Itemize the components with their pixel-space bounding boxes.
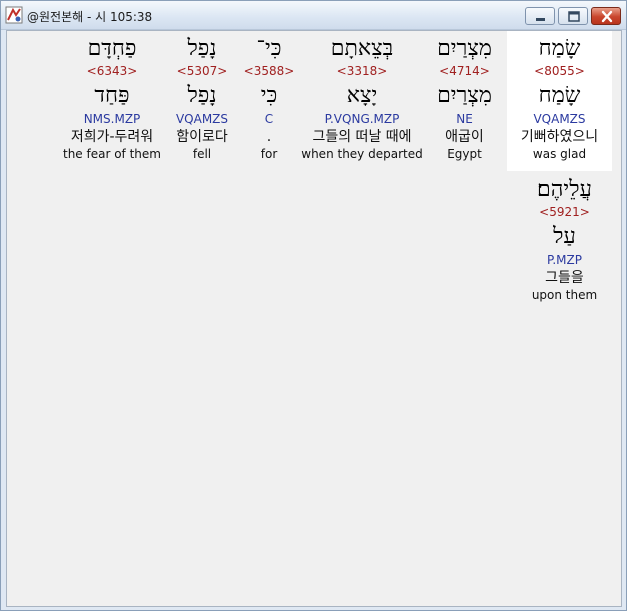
- morphology-code[interactable]: NE: [412, 110, 517, 128]
- hebrew-word: פַחְדָּם: [87, 36, 137, 61]
- lemma: עַל: [553, 224, 576, 249]
- strong-number-link[interactable]: <6343>: [62, 62, 162, 80]
- korean-gloss: 애굽이: [445, 129, 484, 145]
- english-gloss: Egypt: [447, 147, 482, 161]
- word-column-selected[interactable]: שָׂמַח <8055> שָׂמַח VQAMZS 기뻐하였으니 was g…: [507, 31, 612, 171]
- maximize-button[interactable]: [558, 7, 588, 25]
- hebrew-word: כִּי־: [256, 36, 282, 61]
- korean-gloss: 함이로다: [176, 129, 228, 145]
- morphology-code[interactable]: VQAMZS: [507, 110, 612, 128]
- strong-number-link[interactable]: <5307>: [167, 62, 237, 80]
- korean-gloss: 기뻐하였으니: [520, 129, 599, 145]
- title-bar[interactable]: @원전본해 - 시 105:38: [1, 1, 626, 30]
- interlinear-view[interactable]: שָׂמַח <8055> שָׂמַח VQAMZS 기뻐하였으니 was g…: [6, 30, 622, 607]
- app-window: @원전본해 - 시 105:38 שָׂמַח <8055> שָׂמַח VQ…: [0, 0, 627, 611]
- korean-gloss: 그들의 떠날 때에: [312, 129, 412, 145]
- hebrew-word: שָׂמַח: [538, 36, 581, 61]
- lemma: פַּחַד: [94, 83, 130, 108]
- english-gloss: when they departed: [301, 147, 423, 161]
- strong-number-link[interactable]: <4714>: [412, 62, 517, 80]
- word-column[interactable]: כִּי־ <3588> כִּי C . for: [239, 31, 299, 162]
- word-column[interactable]: פַחְדָּם <6343> פַּחַד NMS.MZP 저희가-두려워 t…: [62, 31, 162, 162]
- hebrew-word: עֲלֵיהֶם׃: [537, 177, 592, 202]
- close-button[interactable]: [591, 7, 621, 25]
- hebrew-word: בְּצֵאתָם: [330, 36, 394, 61]
- english-gloss: for: [260, 147, 278, 161]
- lemma: כִּי: [260, 83, 278, 108]
- word-column[interactable]: מִצְרַיִם <4714> מִצְרַיִם NE 애굽이 Egypt: [412, 31, 517, 162]
- english-gloss: was glad: [532, 147, 587, 161]
- window-title: @원전본해 - 시 105:38: [27, 10, 153, 24]
- hebrew-word: מִצְרַיִם: [437, 36, 492, 61]
- morphology-code[interactable]: P.MZP: [512, 251, 617, 269]
- strong-number-link[interactable]: <3318>: [297, 62, 427, 80]
- korean-gloss: 그들을: [545, 270, 584, 286]
- english-gloss: the fear of them: [63, 147, 161, 161]
- english-gloss: upon them: [531, 288, 598, 302]
- app-icon[interactable]: [5, 6, 23, 24]
- lemma: מִצְרַיִם: [437, 83, 492, 108]
- strong-number-link[interactable]: <8055>: [507, 62, 612, 80]
- lemma: שָׂמַח: [538, 83, 581, 108]
- maximize-icon: [568, 11, 580, 22]
- close-icon: [601, 10, 613, 23]
- korean-gloss: .: [266, 129, 272, 145]
- morphology-code[interactable]: C: [239, 110, 299, 128]
- morphology-code[interactable]: NMS.MZP: [62, 110, 162, 128]
- english-gloss: fell: [192, 147, 212, 161]
- word-column[interactable]: נָפַל <5307> נָפַל VQAMZS 함이로다 fell: [167, 31, 237, 162]
- word-column[interactable]: עֲלֵיהֶם׃ <5921> עַל P.MZP 그들을 upon them: [512, 175, 617, 303]
- strong-number-link[interactable]: <3588>: [239, 62, 299, 80]
- morphology-code[interactable]: P.VQNG.MZP: [297, 110, 427, 128]
- lemma: נָפַל: [187, 83, 217, 108]
- strong-number-link[interactable]: <5921>: [512, 203, 617, 221]
- korean-gloss: 저희가-두려워: [70, 129, 154, 145]
- morphology-code[interactable]: VQAMZS: [167, 110, 237, 128]
- minimize-icon: [536, 18, 545, 21]
- hebrew-word: נָפַל: [187, 36, 217, 61]
- minimize-button[interactable]: [525, 7, 555, 25]
- lemma: יָצָא: [346, 83, 378, 108]
- word-column[interactable]: בְּצֵאתָם <3318> יָצָא P.VQNG.MZP 그들의 떠날…: [297, 31, 427, 162]
